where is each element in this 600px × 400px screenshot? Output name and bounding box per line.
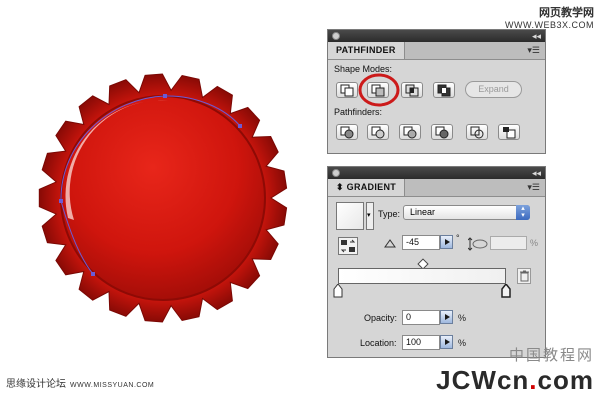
divide-icon <box>340 126 354 139</box>
angle-field[interactable]: -45 <box>402 235 440 250</box>
panel-menu-icon[interactable]: ▾☰ <box>527 179 540 196</box>
bottle-cap-artwork <box>38 73 288 323</box>
type-label: Type: <box>378 209 401 219</box>
opacity-unit: % <box>458 313 467 323</box>
brand-wordmark: JCWcn.com <box>436 365 594 396</box>
outline-button[interactable] <box>466 124 488 140</box>
brand-logo: 中国教程网 JCWcn.com <box>436 344 594 396</box>
opacity-dropdown-button[interactable] <box>440 310 453 324</box>
tab-gradient-label: GRADIENT <box>346 182 397 192</box>
swatch-dropdown[interactable]: ▾ <box>366 202 374 230</box>
type-select[interactable]: Linear ▴ ▾ <box>403 205 530 220</box>
cap-top <box>60 95 266 301</box>
anchor-point <box>163 94 167 98</box>
pathfinder-titlebar[interactable]: ◂◂ <box>328 30 545 42</box>
pathfinder-tabrow: PATHFINDER ▾☰ <box>328 42 545 60</box>
gradient-stop-right[interactable] <box>501 284 511 298</box>
unite-button[interactable] <box>336 82 358 98</box>
tab-pathfinder[interactable]: PATHFINDER <box>328 42 405 59</box>
close-icon[interactable] <box>332 32 340 40</box>
brand-tail: com <box>537 365 594 395</box>
gradient-swatch[interactable] <box>336 202 364 230</box>
footer-url: WWW.MISSYUAN.COM <box>70 382 155 389</box>
gradient-panel: ◂◂ ⬍ GRADIENT ▾☰ ▾ Type: Linear ▴ ▾ -45 °… <box>327 166 546 358</box>
merge-icon <box>403 126 417 139</box>
brand-dot: . <box>529 365 538 395</box>
watermark-top: 网页教学网 WWW.WEB3X.COM <box>505 4 594 30</box>
highlight-circle <box>358 73 400 107</box>
intersect-button[interactable] <box>401 82 423 98</box>
aspect-ratio-unit: % <box>530 238 539 248</box>
gradient-slider[interactable] <box>338 268 506 284</box>
minus-back-icon <box>503 127 516 139</box>
footer-cn: 思缘设计论坛 <box>6 379 66 390</box>
delete-stop-button[interactable] <box>517 268 531 284</box>
angle-icon <box>384 239 396 248</box>
gradient-titlebar[interactable]: ◂◂ <box>328 167 545 179</box>
aspect-ratio-icon <box>468 237 488 251</box>
collapse-icon[interactable]: ◂◂ <box>532 167 541 179</box>
crop-button[interactable] <box>431 124 453 140</box>
location-field[interactable]: 100 <box>402 335 440 350</box>
anchor-point <box>238 124 242 128</box>
angle-dropdown-button[interactable] <box>440 235 453 249</box>
exclude-icon <box>437 84 451 97</box>
select-stepper-icon: ▴ ▾ <box>516 205 530 220</box>
reverse-icon <box>340 239 356 253</box>
opacity-field[interactable]: 0 <box>402 310 440 325</box>
expand-button[interactable]: Expand <box>465 81 522 98</box>
gradient-stop-left[interactable] <box>333 284 343 298</box>
divide-button[interactable] <box>336 124 358 140</box>
tab-gradient[interactable]: ⬍ GRADIENT <box>328 179 406 196</box>
watermark-cn: 网页教学网 <box>539 6 594 19</box>
angle-unit: ° <box>456 233 460 243</box>
collapse-icon[interactable]: ◂◂ <box>532 30 541 42</box>
anchor-point <box>59 199 63 203</box>
type-value: Linear <box>410 207 436 217</box>
brand-cn: 中国教程网 <box>508 346 594 364</box>
chevron-down-icon: ▾ <box>367 212 371 219</box>
outline-icon <box>470 126 484 139</box>
opacity-label: Opacity: <box>364 313 398 323</box>
location-label: Location: <box>360 338 397 348</box>
trim-icon <box>371 126 385 139</box>
trim-button[interactable] <box>367 124 389 140</box>
intersect-icon <box>405 84 419 97</box>
footer-watermark: 思缘设计论坛 WWW.MISSYUAN.COM <box>6 375 154 390</box>
minus-back-button[interactable] <box>498 124 520 140</box>
tab-toggle-icon: ⬍ <box>336 182 347 192</box>
aspect-ratio-field[interactable] <box>490 236 527 250</box>
pathfinder-panel: ◂◂ PATHFINDER ▾☰ Shape Modes: Expand Pat… <box>327 29 546 154</box>
close-icon[interactable] <box>332 169 340 177</box>
panel-menu-icon[interactable]: ▾☰ <box>527 42 540 59</box>
trash-icon <box>520 270 529 282</box>
crop-icon <box>435 126 449 139</box>
unite-icon <box>340 84 354 97</box>
brand-main: JCWcn <box>436 365 530 395</box>
exclude-button[interactable] <box>433 82 455 98</box>
pathfinders-label: Pathfinders: <box>334 107 383 117</box>
merge-button[interactable] <box>399 124 421 140</box>
gradient-tabrow: ⬍ GRADIENT ▾☰ <box>328 179 545 197</box>
anchor-point <box>91 272 95 276</box>
reverse-gradient-button[interactable] <box>338 237 358 255</box>
